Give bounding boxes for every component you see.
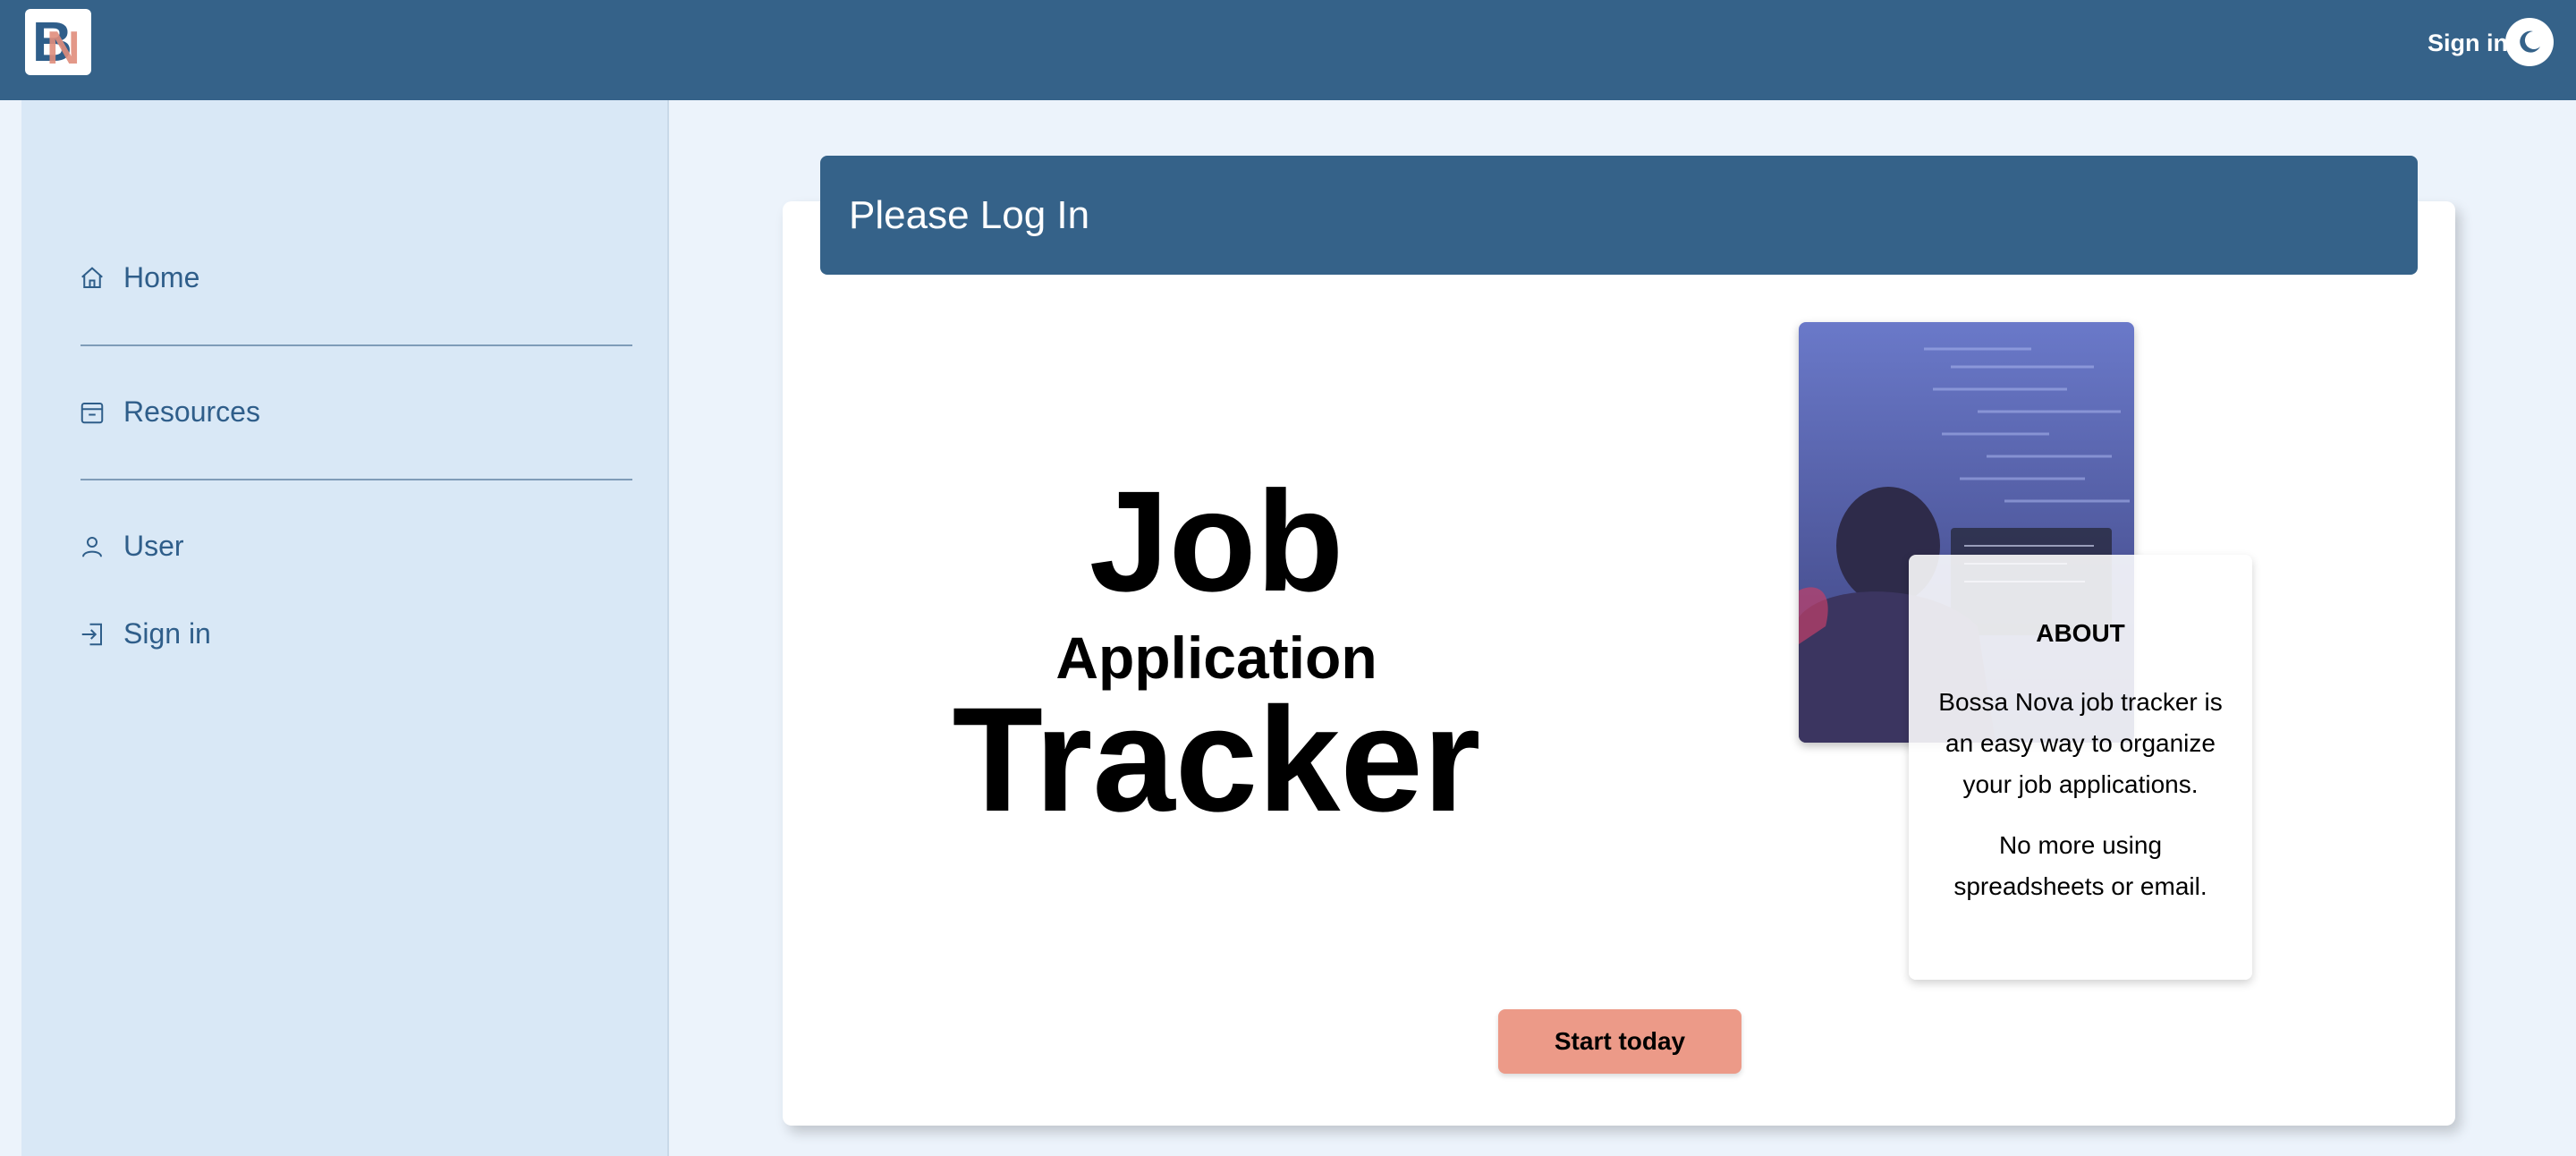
sidebar-item-home[interactable]: Home — [79, 261, 199, 294]
sidebar-item-label: Home — [123, 261, 200, 293]
sidebar-item-label: Sign in — [123, 617, 211, 650]
calendar-icon — [80, 402, 104, 423]
sign-in-icon — [81, 623, 102, 645]
hero-line-tracker: Tracker — [952, 677, 1481, 843]
top-signin-link[interactable]: Sign in — [2428, 25, 2508, 61]
about-description: Bossa Nova job tracker is an easy way to… — [1938, 688, 2223, 798]
sidebar: Home Resources User Sign in — [21, 100, 669, 1156]
sidebar-item-signin[interactable]: Sign in — [79, 617, 211, 650]
user-icon — [82, 536, 102, 557]
hero-line-job: Job — [1089, 461, 1344, 621]
app-logo[interactable]: B N — [25, 9, 91, 75]
start-today-button[interactable]: Start today — [1498, 1009, 1741, 1074]
sidebar-divider — [80, 344, 632, 346]
sidebar-item-resources[interactable]: Resources — [79, 395, 260, 429]
top-navbar: B N Sign in — [0, 0, 2576, 100]
theme-toggle-button[interactable] — [2505, 18, 2554, 66]
about-description-2: No more using spreadsheets or email. — [1953, 831, 2207, 900]
card-header: Please Log In — [820, 156, 2418, 275]
moon-icon — [2520, 30, 2540, 53]
sidebar-divider — [80, 479, 632, 480]
sidebar-item-user[interactable]: User — [79, 530, 184, 563]
page-title: Please Log In — [849, 193, 1090, 237]
about-card: ABOUT Bossa Nova job tracker is an easy … — [1909, 555, 2252, 980]
about-title: ABOUT — [2036, 619, 2125, 647]
sidebar-item-label: Resources — [123, 395, 260, 428]
sidebar-item-label: User — [123, 530, 184, 562]
home-icon — [81, 266, 103, 288]
